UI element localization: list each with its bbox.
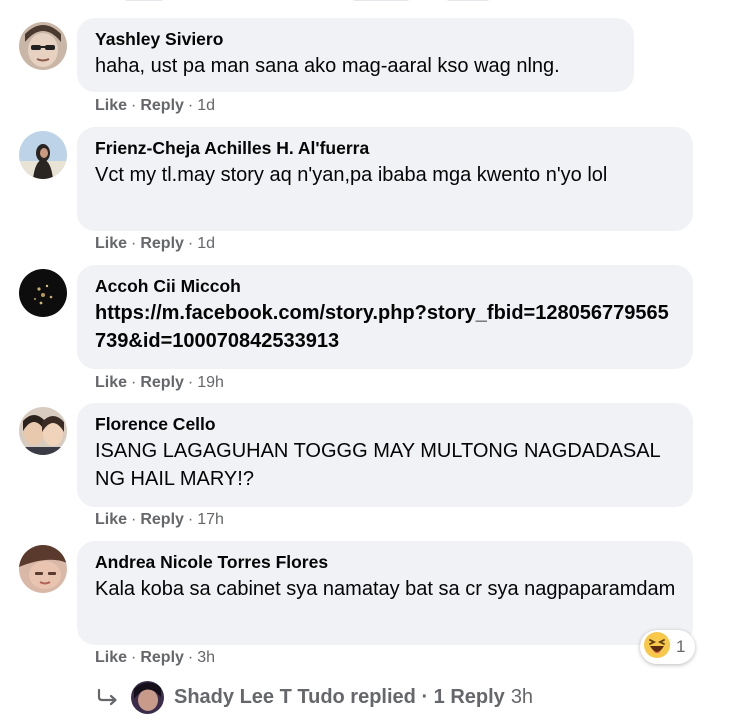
separator: · [131, 511, 137, 528]
reaction-summary[interactable]: 1 [640, 630, 696, 664]
comment-bubble: Accoh Cii Miccoh https://m.facebook.com/… [77, 265, 693, 369]
separator: · [187, 511, 194, 528]
comment-timestamp[interactable]: 19h [197, 374, 224, 391]
like-button[interactable]: Like [95, 374, 127, 391]
separator: · [131, 649, 137, 666]
comment-bubble: Yashley Siviero haha, ust pa man sana ak… [77, 18, 634, 92]
comment-timestamp[interactable]: 1d [197, 97, 215, 114]
comment-text: Kala koba sa cabinet sya namatay bat sa … [95, 578, 676, 600]
separator: · [187, 374, 194, 391]
comment-text: haha, ust pa man sana ako mag-aaral kso … [95, 55, 560, 77]
avatar[interactable] [19, 22, 67, 70]
comment-text: ISANG LAGAGUHAN TOGGG MAY MULTONG NAGDAD… [95, 440, 660, 490]
comment-actions: Like · Reply · 19h [95, 374, 224, 392]
view-replies[interactable]: Shady Lee T Tudo replied · 1 Reply 3h [95, 680, 533, 714]
comment-author[interactable]: Yashley Siviero [95, 28, 617, 50]
replies-link[interactable]: Shady Lee T Tudo replied · 1 Reply [174, 686, 505, 709]
reply-timestamp: 3h [510, 685, 534, 708]
avatar[interactable] [19, 407, 67, 455]
like-button[interactable]: Like [95, 649, 127, 666]
reaction-count: 1 [676, 637, 686, 656]
reply-arrow-icon [95, 687, 121, 707]
comment-actions: Like · Reply · 17h [95, 511, 224, 529]
previous-comment-remnant [115, 0, 495, 2]
comment-author[interactable]: Florence Cello [95, 413, 676, 435]
comment-actions: Like · Reply · 1d [95, 97, 215, 115]
comment-timestamp[interactable]: 1d [197, 235, 215, 252]
like-button[interactable]: Like [95, 235, 127, 252]
comment-actions: Like · Reply · 1d [95, 235, 215, 253]
comment-link[interactable]: https://m.facebook.com/story.php?story_f… [95, 299, 676, 355]
separator: · [187, 97, 194, 114]
comment-author[interactable]: Frienz-Cheja Achilles H. Al'fuerra [95, 137, 676, 159]
avatar[interactable] [19, 131, 67, 179]
reply-button[interactable]: Reply [140, 374, 184, 391]
like-button[interactable]: Like [95, 511, 127, 528]
comment-author[interactable]: Andrea Nicole Torres Flores [95, 551, 676, 573]
reply-button[interactable]: Reply [140, 649, 184, 666]
comment-timestamp[interactable]: 3h [197, 649, 215, 666]
comment-bubble: Andrea Nicole Torres Flores Kala koba sa… [77, 541, 693, 645]
reply-button[interactable]: Reply [140, 511, 184, 528]
replier-avatar[interactable] [131, 680, 164, 714]
avatar[interactable] [19, 545, 67, 593]
separator: · [187, 649, 194, 666]
haha-emoji-icon [643, 631, 671, 664]
reply-button[interactable]: Reply [140, 235, 184, 252]
comment-actions: Like · Reply · 3h [95, 649, 215, 667]
separator: · [131, 97, 137, 114]
comment-bubble: Frienz-Cheja Achilles H. Al'fuerra Vct m… [77, 127, 693, 231]
separator: · [187, 235, 194, 252]
avatar[interactable] [19, 269, 67, 317]
comment-author[interactable]: Accoh Cii Miccoh [95, 275, 676, 297]
separator: · [131, 374, 137, 391]
comment-text: Vct my tl.may story aq n'yan,pa ibaba mg… [95, 164, 608, 186]
comment-bubble: Florence Cello ISANG LAGAGUHAN TOGGG MAY… [77, 403, 693, 507]
separator: · [131, 235, 137, 252]
comment-timestamp[interactable]: 17h [197, 511, 224, 528]
like-button[interactable]: Like [95, 97, 127, 114]
reply-button[interactable]: Reply [140, 97, 184, 114]
